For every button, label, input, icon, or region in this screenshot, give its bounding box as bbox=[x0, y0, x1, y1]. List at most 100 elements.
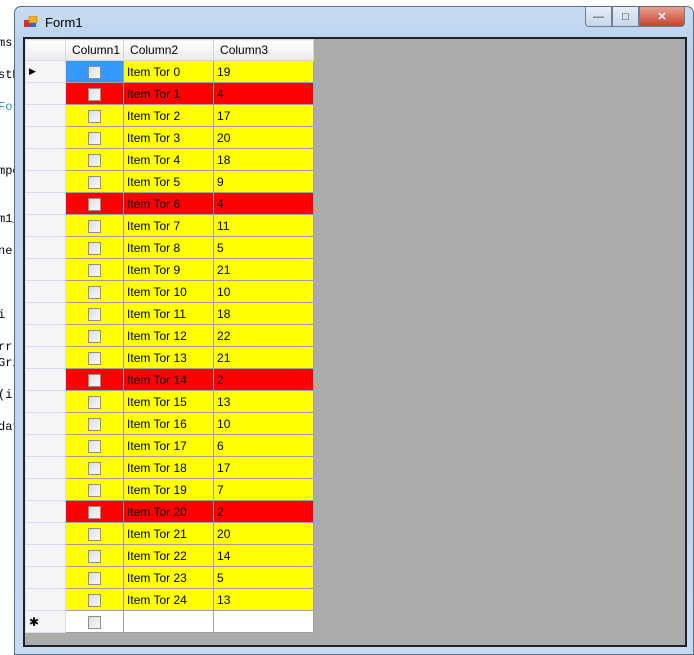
checkbox[interactable] bbox=[88, 351, 102, 365]
column2-cell[interactable]: Item Tor 16 bbox=[123, 412, 215, 435]
table-row[interactable]: Item Tor 3 20 bbox=[25, 126, 315, 149]
row-header[interactable] bbox=[25, 434, 66, 457]
column3-cell[interactable]: 20 bbox=[213, 126, 315, 149]
column2-cell[interactable]: Item Tor 19 bbox=[123, 478, 215, 501]
checkbox-cell[interactable] bbox=[64, 456, 125, 479]
column2-cell[interactable]: Item Tor 20 bbox=[123, 500, 215, 523]
checkbox[interactable] bbox=[88, 219, 102, 233]
table-row[interactable]: Item Tor 4 18 bbox=[25, 148, 315, 171]
column2-cell[interactable]: Item Tor 17 bbox=[123, 434, 215, 457]
column3-cell[interactable]: 18 bbox=[213, 302, 315, 325]
checkbox-cell[interactable] bbox=[64, 126, 125, 149]
row-header[interactable] bbox=[25, 170, 66, 193]
column2-cell[interactable]: Item Tor 10 bbox=[123, 280, 215, 303]
table-row[interactable]: Item Tor 13 21 bbox=[25, 346, 315, 369]
column2-cell[interactable]: Item Tor 15 bbox=[123, 390, 215, 413]
checkbox-cell[interactable] bbox=[64, 610, 125, 633]
checkbox[interactable] bbox=[88, 549, 102, 563]
column3-cell[interactable]: 13 bbox=[213, 588, 315, 611]
column3-cell[interactable]: 2 bbox=[213, 500, 315, 523]
column3-cell[interactable]: 5 bbox=[213, 566, 315, 589]
checkbox-cell[interactable] bbox=[64, 60, 125, 83]
column-header-column1[interactable]: Column1 bbox=[64, 39, 125, 61]
column2-cell[interactable]: Item Tor 24 bbox=[123, 588, 215, 611]
checkbox[interactable] bbox=[88, 65, 102, 79]
table-row[interactable]: Item Tor 22 14 bbox=[25, 544, 315, 567]
checkbox-cell[interactable] bbox=[64, 324, 125, 347]
table-row[interactable]: Item Tor 6 4 bbox=[25, 192, 315, 215]
row-header[interactable] bbox=[25, 390, 66, 413]
new-row[interactable]: ✱ bbox=[25, 610, 315, 633]
checkbox-cell[interactable] bbox=[64, 412, 125, 435]
checkbox[interactable] bbox=[88, 153, 102, 167]
row-header[interactable] bbox=[25, 148, 66, 171]
table-row[interactable]: Item Tor 12 22 bbox=[25, 324, 315, 347]
checkbox[interactable] bbox=[88, 329, 102, 343]
checkbox[interactable] bbox=[88, 527, 102, 541]
column2-cell[interactable]: Item Tor 9 bbox=[123, 258, 215, 281]
checkbox-cell[interactable] bbox=[64, 214, 125, 237]
row-header[interactable] bbox=[25, 258, 66, 281]
table-row[interactable]: Item Tor 14 2 bbox=[25, 368, 315, 391]
table-row[interactable]: Item Tor 19 7 bbox=[25, 478, 315, 501]
column2-cell[interactable]: Item Tor 14 bbox=[123, 368, 215, 391]
row-header[interactable] bbox=[25, 214, 66, 237]
checkbox-cell[interactable] bbox=[64, 478, 125, 501]
checkbox-cell[interactable] bbox=[64, 588, 125, 611]
column3-cell[interactable]: 13 bbox=[213, 390, 315, 413]
table-row[interactable]: Item Tor 7 11 bbox=[25, 214, 315, 237]
new-row-icon[interactable]: ✱ bbox=[25, 610, 66, 633]
minimize-button[interactable]: — bbox=[585, 7, 612, 27]
checkbox[interactable] bbox=[88, 285, 102, 299]
table-row[interactable]: Item Tor 9 21 bbox=[25, 258, 315, 281]
checkbox[interactable] bbox=[88, 615, 102, 629]
maximize-button[interactable]: □ bbox=[612, 7, 639, 27]
table-row[interactable]: Item Tor 21 20 bbox=[25, 522, 315, 545]
column2-cell[interactable]: Item Tor 6 bbox=[123, 192, 215, 215]
column3-cell[interactable]: 9 bbox=[213, 170, 315, 193]
checkbox[interactable] bbox=[88, 505, 102, 519]
row-header[interactable] bbox=[25, 346, 66, 369]
checkbox-cell[interactable] bbox=[64, 104, 125, 127]
checkbox[interactable] bbox=[88, 571, 102, 585]
table-row[interactable]: Item Tor 1 4 bbox=[25, 82, 315, 105]
row-header[interactable] bbox=[25, 368, 66, 391]
checkbox-cell[interactable] bbox=[64, 500, 125, 523]
row-header[interactable] bbox=[25, 192, 66, 215]
column3-cell[interactable]: 7 bbox=[213, 478, 315, 501]
column2-cell[interactable]: Item Tor 23 bbox=[123, 566, 215, 589]
column3-cell[interactable]: 4 bbox=[213, 192, 315, 215]
column3-cell[interactable]: 6 bbox=[213, 434, 315, 457]
table-row[interactable]: ▶ Item Tor 0 19 bbox=[25, 60, 315, 83]
column2-cell[interactable]: Item Tor 0 bbox=[123, 60, 215, 83]
column2-cell[interactable]: Item Tor 4 bbox=[123, 148, 215, 171]
checkbox[interactable] bbox=[88, 263, 102, 277]
checkbox-cell[interactable] bbox=[64, 522, 125, 545]
column2-cell[interactable]: Item Tor 18 bbox=[123, 456, 215, 479]
table-row[interactable]: Item Tor 17 6 bbox=[25, 434, 315, 457]
column3-cell[interactable]: 21 bbox=[213, 346, 315, 369]
column2-cell[interactable]: Item Tor 13 bbox=[123, 346, 215, 369]
row-header[interactable] bbox=[25, 412, 66, 435]
checkbox[interactable] bbox=[88, 417, 102, 431]
checkbox-cell[interactable] bbox=[64, 258, 125, 281]
column3-cell[interactable]: 10 bbox=[213, 412, 315, 435]
checkbox-cell[interactable] bbox=[64, 566, 125, 589]
checkbox[interactable] bbox=[88, 461, 102, 475]
checkbox[interactable] bbox=[88, 373, 102, 387]
table-row[interactable]: Item Tor 8 5 bbox=[25, 236, 315, 259]
checkbox-cell[interactable] bbox=[64, 236, 125, 259]
column2-cell[interactable]: Item Tor 2 bbox=[123, 104, 215, 127]
checkbox-cell[interactable] bbox=[64, 302, 125, 325]
column3-cell[interactable]: 20 bbox=[213, 522, 315, 545]
column2-cell[interactable]: Item Tor 12 bbox=[123, 324, 215, 347]
checkbox-cell[interactable] bbox=[64, 148, 125, 171]
column3-cell[interactable]: 19 bbox=[213, 60, 315, 83]
column2-cell[interactable]: Item Tor 22 bbox=[123, 544, 215, 567]
checkbox[interactable] bbox=[88, 395, 102, 409]
checkbox[interactable] bbox=[88, 131, 102, 145]
column2-cell[interactable]: Item Tor 21 bbox=[123, 522, 215, 545]
row-header[interactable] bbox=[25, 456, 66, 479]
column3-cell[interactable]: 11 bbox=[213, 214, 315, 237]
table-row[interactable]: Item Tor 15 13 bbox=[25, 390, 315, 413]
